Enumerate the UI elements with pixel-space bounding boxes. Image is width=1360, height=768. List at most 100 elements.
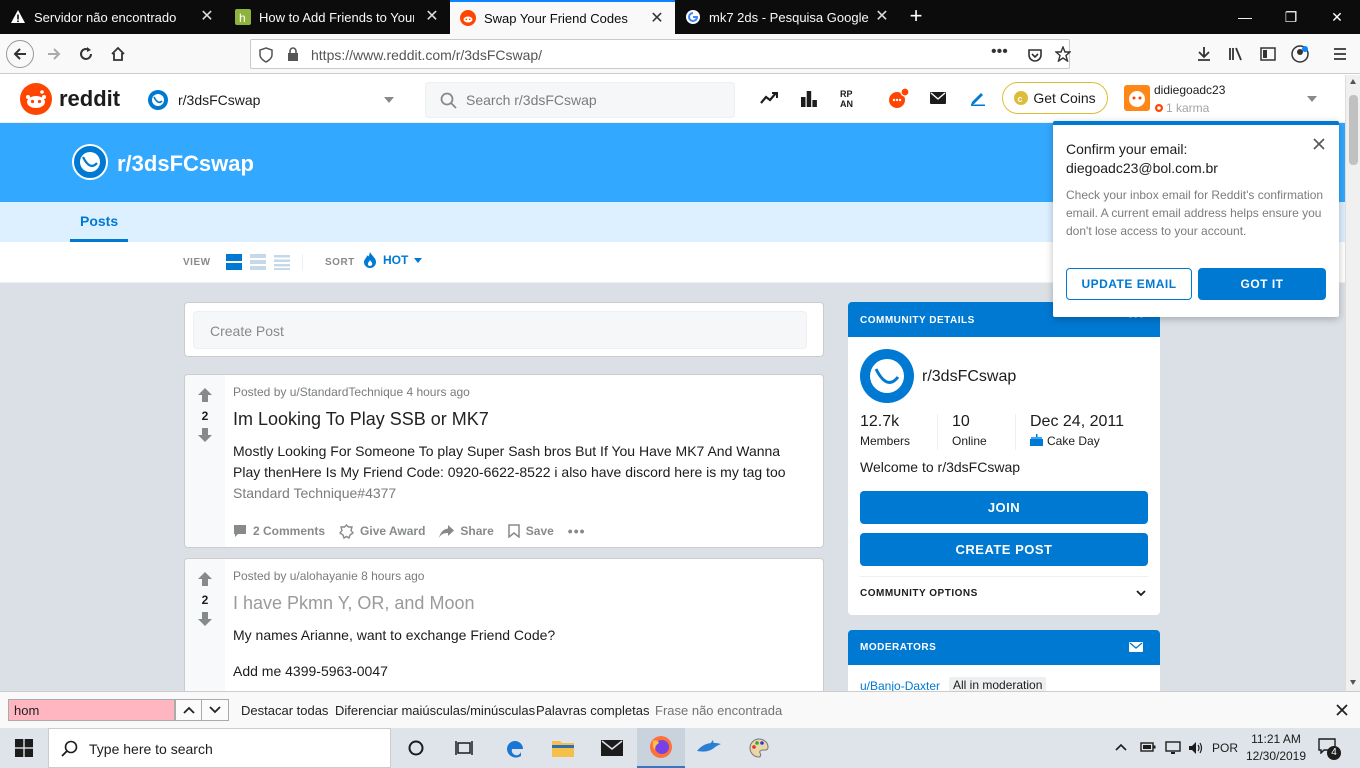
start-button[interactable] <box>0 728 48 768</box>
browser-tab-3-active[interactable]: Swap Your Friend Codes ✕ <box>450 0 675 34</box>
url-bar[interactable]: https://www.reddit.com/r/3dsFCswap/ ••• <box>250 39 1071 69</box>
scrollbar-thumb[interactable] <box>1349 95 1358 165</box>
community-name[interactable]: r/3dsFCswap <box>922 368 1016 386</box>
sort-dropdown[interactable]: HOT <box>364 252 423 268</box>
notifications-button[interactable]: 4 <box>1318 738 1342 760</box>
comments-button[interactable]: 2 Comments <box>233 524 325 538</box>
moderator-link[interactable]: u/Banjo-Daxter <box>860 679 940 691</box>
bookmark-star-icon[interactable] <box>1055 46 1071 62</box>
reload-button[interactable] <box>72 40 100 68</box>
battery-icon[interactable] <box>1140 741 1156 753</box>
page-scrollbar[interactable] <box>1345 75 1360 691</box>
trending-icon[interactable] <box>760 91 778 105</box>
network-icon[interactable] <box>1165 741 1181 755</box>
close-tab-icon[interactable]: ✕ <box>424 9 440 25</box>
chat-icon[interactable] <box>888 87 910 109</box>
restore-button[interactable]: ❐ <box>1268 0 1314 34</box>
find-previous-button[interactable] <box>176 700 203 720</box>
downvote-icon[interactable] <box>197 427 213 443</box>
share-icon <box>439 524 455 538</box>
pencil-icon[interactable] <box>970 90 986 106</box>
whole-words-option[interactable]: Palavras completas <box>536 703 649 718</box>
sidebar-button[interactable] <box>1254 40 1282 68</box>
community-dropdown[interactable]: r/3dsFCswap <box>140 83 400 117</box>
post-card[interactable]: 2 Posted by u/alohayanie 8 hours ago I h… <box>184 558 824 691</box>
taskbar-search[interactable]: Type here to search <box>48 728 391 768</box>
browser-tab-4[interactable]: mk7 2ds - Pesquisa Google ✕ <box>675 0 900 34</box>
mail-icon[interactable] <box>1129 642 1143 652</box>
post-title[interactable]: I have Pkmn Y, OR, and Moon <box>233 593 474 614</box>
create-post-button[interactable]: CREATE POST <box>860 533 1148 566</box>
give-award-button[interactable]: Give Award <box>339 523 425 539</box>
edge-button[interactable] <box>491 728 539 768</box>
browser-tab-2[interactable]: h How to Add Friends to Your Ni ✕ <box>225 0 450 34</box>
share-button[interactable]: Share <box>439 524 494 538</box>
task-view-button[interactable] <box>440 728 488 768</box>
clock-time[interactable]: 11:21 AM <box>1248 732 1304 746</box>
match-case-option[interactable]: Diferenciar maiúsculas/minúsculas <box>335 703 535 718</box>
find-next-button[interactable] <box>202 700 228 720</box>
dolphin-button[interactable] <box>686 728 734 768</box>
update-email-button[interactable]: UPDATE EMAIL <box>1066 268 1192 300</box>
close-icon[interactable] <box>1336 704 1348 716</box>
file-explorer-button[interactable] <box>539 728 587 768</box>
scroll-up-icon[interactable] <box>1350 79 1356 84</box>
sidebar-icon <box>1260 47 1276 61</box>
language-indicator[interactable]: POR <box>1212 741 1238 755</box>
close-window-button[interactable]: ✕ <box>1314 0 1360 34</box>
volume-icon[interactable] <box>1188 741 1204 755</box>
notifications-badge: 4 <box>1327 746 1341 760</box>
upvote-icon[interactable] <box>197 571 213 587</box>
post-title[interactable]: Im Looking To Play SSB or MK7 <box>233 409 489 430</box>
forward-button[interactable] <box>40 40 68 68</box>
save-button[interactable]: Save <box>508 524 554 538</box>
mail-app-button[interactable] <box>588 728 636 768</box>
get-coins-button[interactable]: c Get Coins <box>1002 82 1108 114</box>
clock-date[interactable]: 12/30/2019 <box>1244 749 1308 763</box>
account-button[interactable] <box>1286 40 1314 68</box>
chevron-up-icon[interactable] <box>1115 743 1127 751</box>
page-actions-icon[interactable]: ••• <box>991 43 1008 61</box>
reddit-logo[interactable]: reddit <box>20 83 120 115</box>
compact-view-icon[interactable] <box>274 254 290 270</box>
downloads-button[interactable] <box>1190 40 1218 68</box>
back-button[interactable] <box>6 40 34 68</box>
minimize-button[interactable]: — <box>1222 0 1268 34</box>
library-button[interactable] <box>1222 40 1250 68</box>
rpan-icon[interactable]: RPAN <box>840 88 858 108</box>
close-tab-icon[interactable]: ✕ <box>874 9 890 25</box>
community-options-toggle[interactable]: COMMUNITY OPTIONS <box>860 584 1148 604</box>
new-tab-button[interactable]: + <box>905 5 927 27</box>
more-options-icon[interactable]: ••• <box>568 523 586 539</box>
firefox-taskbar-button[interactable] <box>637 728 685 768</box>
close-icon[interactable] <box>1313 138 1325 150</box>
downvote-icon[interactable] <box>197 611 213 627</box>
find-bar: hom Destacar todas Diferenciar maiúscula… <box>0 691 1360 728</box>
pocket-icon[interactable] <box>1027 47 1043 63</box>
cortana-button[interactable] <box>392 728 440 768</box>
user-menu[interactable]: didiegoadc23 1 karma <box>1120 80 1325 118</box>
browser-tab-1[interactable]: Servidor não encontrado ✕ <box>0 0 225 34</box>
join-button[interactable]: JOIN <box>860 491 1148 524</box>
scroll-down-icon[interactable] <box>1350 680 1356 685</box>
mail-icon[interactable] <box>930 92 946 104</box>
create-post-input[interactable]: Create Post <box>193 311 807 349</box>
paint-button[interactable] <box>735 728 783 768</box>
tab-posts[interactable]: Posts <box>70 202 129 242</box>
home-button[interactable] <box>104 40 132 68</box>
upvote-icon[interactable] <box>197 387 213 403</box>
find-nav-group <box>175 699 229 721</box>
search-input[interactable]: Search r/3dsFCswap <box>425 82 735 118</box>
got-it-button[interactable]: GOT IT <box>1198 268 1326 300</box>
menu-button[interactable] <box>1326 40 1354 68</box>
post-body-line: Add me 4399-5963-0047 <box>233 663 388 679</box>
highlight-all-option[interactable]: Destacar todas <box>241 703 328 718</box>
classic-view-icon[interactable] <box>250 254 266 270</box>
close-tab-icon[interactable]: ✕ <box>199 9 215 25</box>
popup-email: diegoadc23@bol.com.br <box>1066 160 1218 176</box>
find-input[interactable]: hom <box>8 699 175 721</box>
close-tab-icon[interactable]: ✕ <box>649 11 665 27</box>
card-view-icon[interactable] <box>226 254 242 270</box>
leaderboard-icon[interactable] <box>801 89 817 107</box>
post-card[interactable]: 2 Posted by u/StandardTechnique 4 hours … <box>184 374 824 548</box>
